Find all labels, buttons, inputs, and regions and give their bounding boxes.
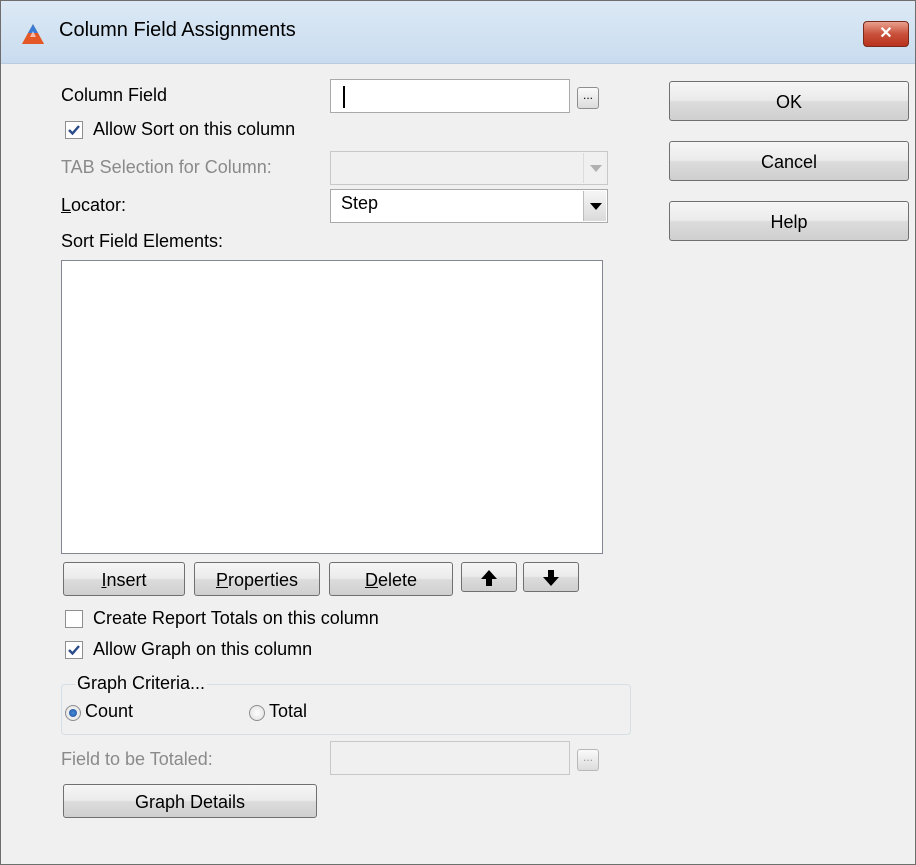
delete-label: elete [377,570,418,590]
dropdown-arrow-button[interactable] [583,153,606,183]
window-title: Column Field Assignments [59,19,296,41]
column-field-label: Column Field [61,85,168,105]
cancel-button[interactable]: Cancel [669,141,909,181]
field-to-total-input[interactable] [330,741,570,775]
properties-label: roperties [227,570,299,590]
app-logo-icon [22,24,44,44]
checkmark-icon [68,125,80,136]
field-to-total-browse-button[interactable]: ... [577,749,599,771]
delete-access-key: D [364,570,378,590]
total-radio-label: Total [269,701,308,721]
locator-label-access-key: L [61,195,72,215]
text-caret [343,86,345,108]
create-totals-label: Create Report Totals on this column [93,608,379,628]
count-radio[interactable] [65,705,81,721]
locator-value: Step [341,193,379,213]
allow-sort-checkbox[interactable] [65,121,83,139]
help-button[interactable]: Help [669,201,909,241]
locator-label: Locator: [61,195,126,216]
sort-field-elements-label: Sort Field Elements: [61,231,224,251]
chevron-down-icon [590,165,602,172]
dialog-window: Column Field Assignments ✕ Column Field … [0,0,916,865]
tab-selection-dropdown[interactable] [330,151,608,185]
locator-dropdown[interactable]: Step [330,189,608,223]
move-down-button[interactable] [523,562,579,592]
ok-button[interactable]: OK [669,81,909,121]
allow-sort-label: Allow Sort on this column [93,119,296,139]
column-field-browse-button[interactable]: ... [577,87,599,109]
graph-criteria-title: Graph Criteria... [75,673,208,694]
allow-graph-label: Allow Graph on this column [93,639,313,659]
close-icon: ✕ [879,25,893,42]
count-radio-label: Count [85,701,134,721]
arrow-down-icon [543,570,559,586]
dropdown-arrow-button[interactable] [583,191,606,221]
chevron-down-icon [590,203,602,210]
title-bar[interactable]: Column Field Assignments ✕ [1,1,915,64]
arrow-up-icon [481,570,497,586]
sort-field-elements-list[interactable] [61,260,603,554]
properties-access-key: P [215,570,228,590]
delete-button[interactable]: Delete [329,562,453,596]
insert-label: nsert [106,570,147,590]
properties-button[interactable]: Properties [194,562,320,596]
allow-graph-checkbox[interactable] [65,641,83,659]
locator-label-text: ocator: [71,195,127,215]
close-button[interactable]: ✕ [863,21,909,47]
move-up-button[interactable] [461,562,517,592]
total-radio[interactable] [249,705,265,721]
create-totals-checkbox[interactable] [65,610,83,628]
insert-button[interactable]: Insert [63,562,185,596]
checkmark-icon [68,645,80,656]
graph-details-button[interactable]: Graph Details [63,784,317,818]
tab-selection-label: TAB Selection for Column: [61,157,272,177]
column-field-input[interactable] [330,79,570,113]
field-to-total-label: Field to be Totaled: [61,749,213,769]
radio-selected-dot [69,709,77,717]
